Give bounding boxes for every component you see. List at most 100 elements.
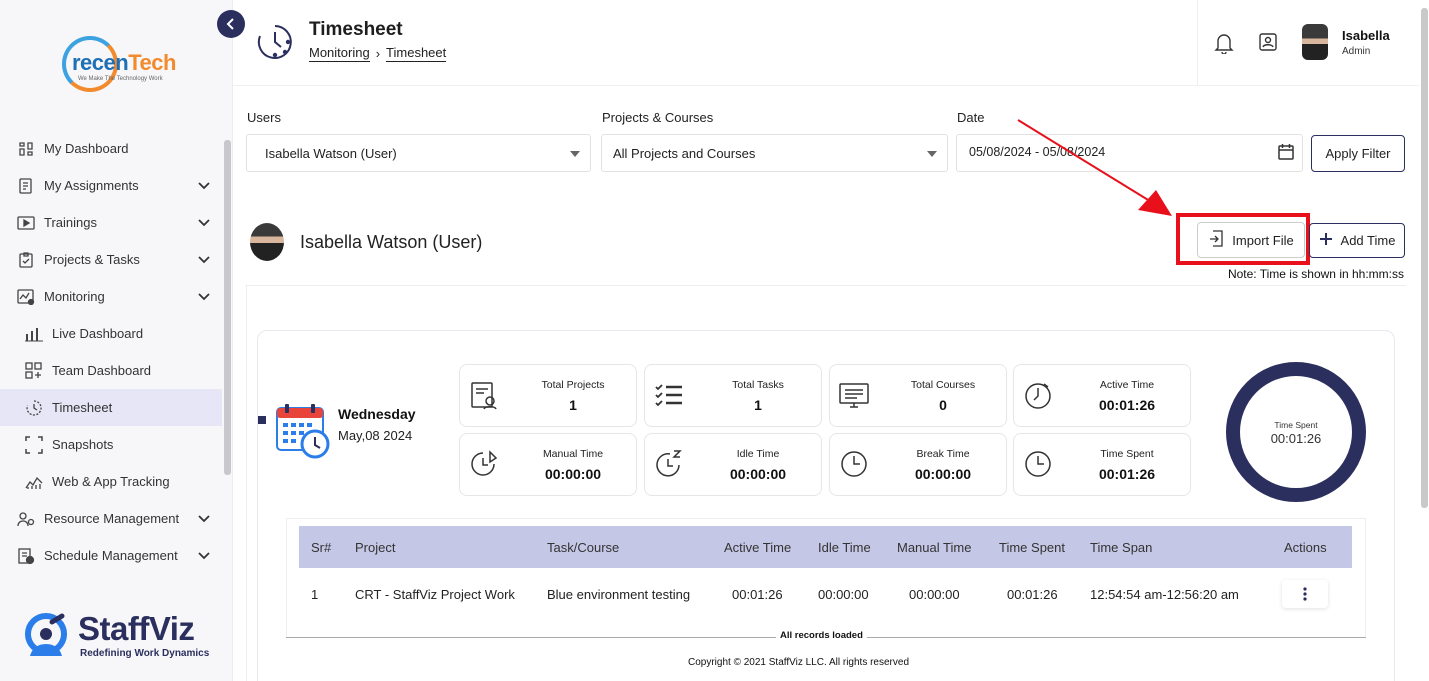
checklist-icon	[653, 379, 685, 416]
breadcrumb-timesheet[interactable]: Timesheet	[386, 45, 447, 62]
copyright-text: Copyright © 2021 StaffViz LLC. All right…	[688, 657, 910, 668]
course-monitor-icon	[838, 379, 870, 416]
page-scrollbar[interactable]	[1421, 8, 1428, 508]
sidebar-scrollbar[interactable]	[224, 140, 231, 475]
calendar-icon[interactable]	[1278, 143, 1294, 163]
col-time-span: Time Span	[1090, 540, 1153, 555]
stat-time-spent: Time Spent 00:01:26	[1013, 433, 1191, 496]
clipboard-check-icon	[16, 250, 36, 270]
sidebar-item-my-dashboard[interactable]: My Dashboard	[0, 130, 222, 167]
dashboard-icon	[16, 139, 36, 159]
col-sr: Sr#	[311, 540, 332, 555]
annotation-highlight-box	[1176, 213, 1310, 265]
breadcrumb-monitoring[interactable]: Monitoring	[309, 45, 370, 62]
play-icon	[16, 213, 36, 233]
staffviz-logo-icon	[25, 613, 67, 656]
selected-user-name: Isabella Watson (User)	[300, 232, 483, 252]
day-date: May,08 2024	[338, 428, 413, 443]
sidebar-item-trainings[interactable]: Trainings	[0, 204, 222, 241]
monitoring-icon	[16, 287, 36, 307]
col-manual-time: Manual Time	[897, 540, 972, 555]
sidebar-item-schedule-management[interactable]: Schedule Management	[0, 537, 222, 574]
project-report-icon	[468, 379, 500, 416]
header-user-name: Isabella	[1342, 28, 1390, 43]
projects-select[interactable]: All Projects and Courses	[601, 134, 948, 172]
sidebar-item-resource-management[interactable]: Resource Management	[0, 500, 222, 537]
manual-clock-icon	[468, 448, 500, 485]
col-time-spent: Time Spent	[999, 540, 1065, 555]
users-gear-icon	[16, 509, 36, 529]
sidebar-item-web-app-tracking[interactable]: Web & App Tracking	[0, 463, 222, 500]
chevron-left-icon	[226, 18, 234, 30]
col-project: Project	[355, 540, 396, 555]
timer-icon	[24, 398, 44, 418]
header-user-area: Isabella Admin	[1197, 0, 1419, 86]
sidebar-collapse-button[interactable]	[217, 10, 245, 38]
day-name: Wednesday	[338, 406, 416, 422]
all-records-loaded: All records loaded	[286, 630, 1366, 644]
sidebar-item-projects-tasks[interactable]: Projects & Tasks	[0, 241, 222, 278]
breadcrumb-separator-icon: ›	[375, 46, 381, 61]
sidebar-item-monitoring[interactable]: Monitoring	[0, 278, 222, 315]
idle-clock-icon	[653, 448, 685, 485]
chevron-down-icon	[198, 548, 210, 563]
timesheet-clock-icon	[255, 22, 295, 67]
staffviz-brand: StaffViz Redefining Work Dynamics	[22, 610, 222, 662]
time-format-note: Note: Time is shown in hh:mm:ss	[1227, 267, 1404, 281]
day-marker	[258, 416, 266, 424]
stat-manual-time: Manual Time 00:00:00	[459, 433, 637, 496]
contact-book-icon[interactable]	[1258, 32, 1278, 57]
grid-add-icon	[24, 361, 44, 381]
break-clock-icon	[838, 448, 870, 485]
stat-active-time: Active Time 00:01:26	[1013, 364, 1191, 427]
users-select[interactable]: Isabella Watson (User)	[246, 134, 591, 172]
calendar-clock-icon	[275, 402, 331, 465]
chevron-down-icon	[198, 215, 210, 230]
sidebar-item-snapshots[interactable]: Snapshots	[0, 426, 222, 463]
users-filter-label: Users	[247, 110, 281, 125]
active-clock-icon	[1022, 379, 1054, 416]
frame-icon	[24, 435, 44, 455]
chevron-down-icon	[198, 252, 210, 267]
date-filter-label: Date	[957, 110, 985, 125]
page-title: Timesheet	[309, 19, 403, 40]
sidebar: recenTech We Make The Technology Work My…	[0, 0, 233, 681]
bell-icon[interactable]	[1214, 32, 1234, 59]
page-header: Timesheet Monitoring › Timesheet Isabell…	[233, 0, 1419, 86]
annotation-arrow-icon	[1017, 119, 1172, 216]
sidebar-item-team-dashboard[interactable]: Team Dashboard	[0, 352, 222, 389]
sidebar-item-timesheet[interactable]: Timesheet	[0, 389, 222, 426]
header-user-role: Admin	[1342, 46, 1371, 57]
assignment-icon	[16, 176, 36, 196]
sidebar-item-my-assignments[interactable]: My Assignments	[0, 167, 222, 204]
col-idle-time: Idle Time	[818, 540, 871, 555]
line-chart-icon	[24, 472, 44, 492]
user-avatar	[250, 223, 284, 261]
chevron-down-icon	[198, 178, 210, 193]
stat-total-projects: Total Projects 1	[459, 364, 637, 427]
time-spent-donut: Time Spent 00:01:26	[1226, 362, 1366, 502]
bar-chart-icon	[24, 324, 44, 344]
stat-total-tasks: Total Tasks 1	[644, 364, 822, 427]
sidebar-nav: My Dashboard My Assignments Trainings Pr…	[0, 130, 222, 574]
more-vertical-icon	[1303, 587, 1307, 601]
chevron-down-icon	[198, 511, 210, 526]
app-root: recenTech We Make The Technology Work My…	[0, 0, 1429, 681]
spent-clock-icon	[1022, 448, 1054, 485]
company-logo: recenTech We Make The Technology Work	[60, 34, 180, 98]
plus-icon	[1319, 232, 1333, 249]
col-task-course: Task/Course	[547, 540, 620, 555]
row-actions-button[interactable]	[1282, 580, 1328, 608]
breadcrumb: Monitoring › Timesheet	[309, 45, 447, 62]
apply-filter-button[interactable]: Apply Filter	[1311, 135, 1405, 172]
caret-down-icon	[570, 151, 580, 157]
add-time-button[interactable]: Add Time	[1309, 223, 1405, 258]
sidebar-item-live-dashboard[interactable]: Live Dashboard	[0, 315, 222, 352]
chevron-down-icon	[198, 289, 210, 304]
stat-break-time: Break Time 00:00:00	[829, 433, 1007, 496]
stat-idle-time: Idle Time 00:00:00	[644, 433, 822, 496]
avatar[interactable]	[1302, 24, 1328, 60]
projects-filter-label: Projects & Courses	[602, 110, 714, 125]
table-header: Sr# Project Task/Course Active Time Idle…	[299, 526, 1352, 568]
col-active-time: Active Time	[724, 540, 792, 555]
